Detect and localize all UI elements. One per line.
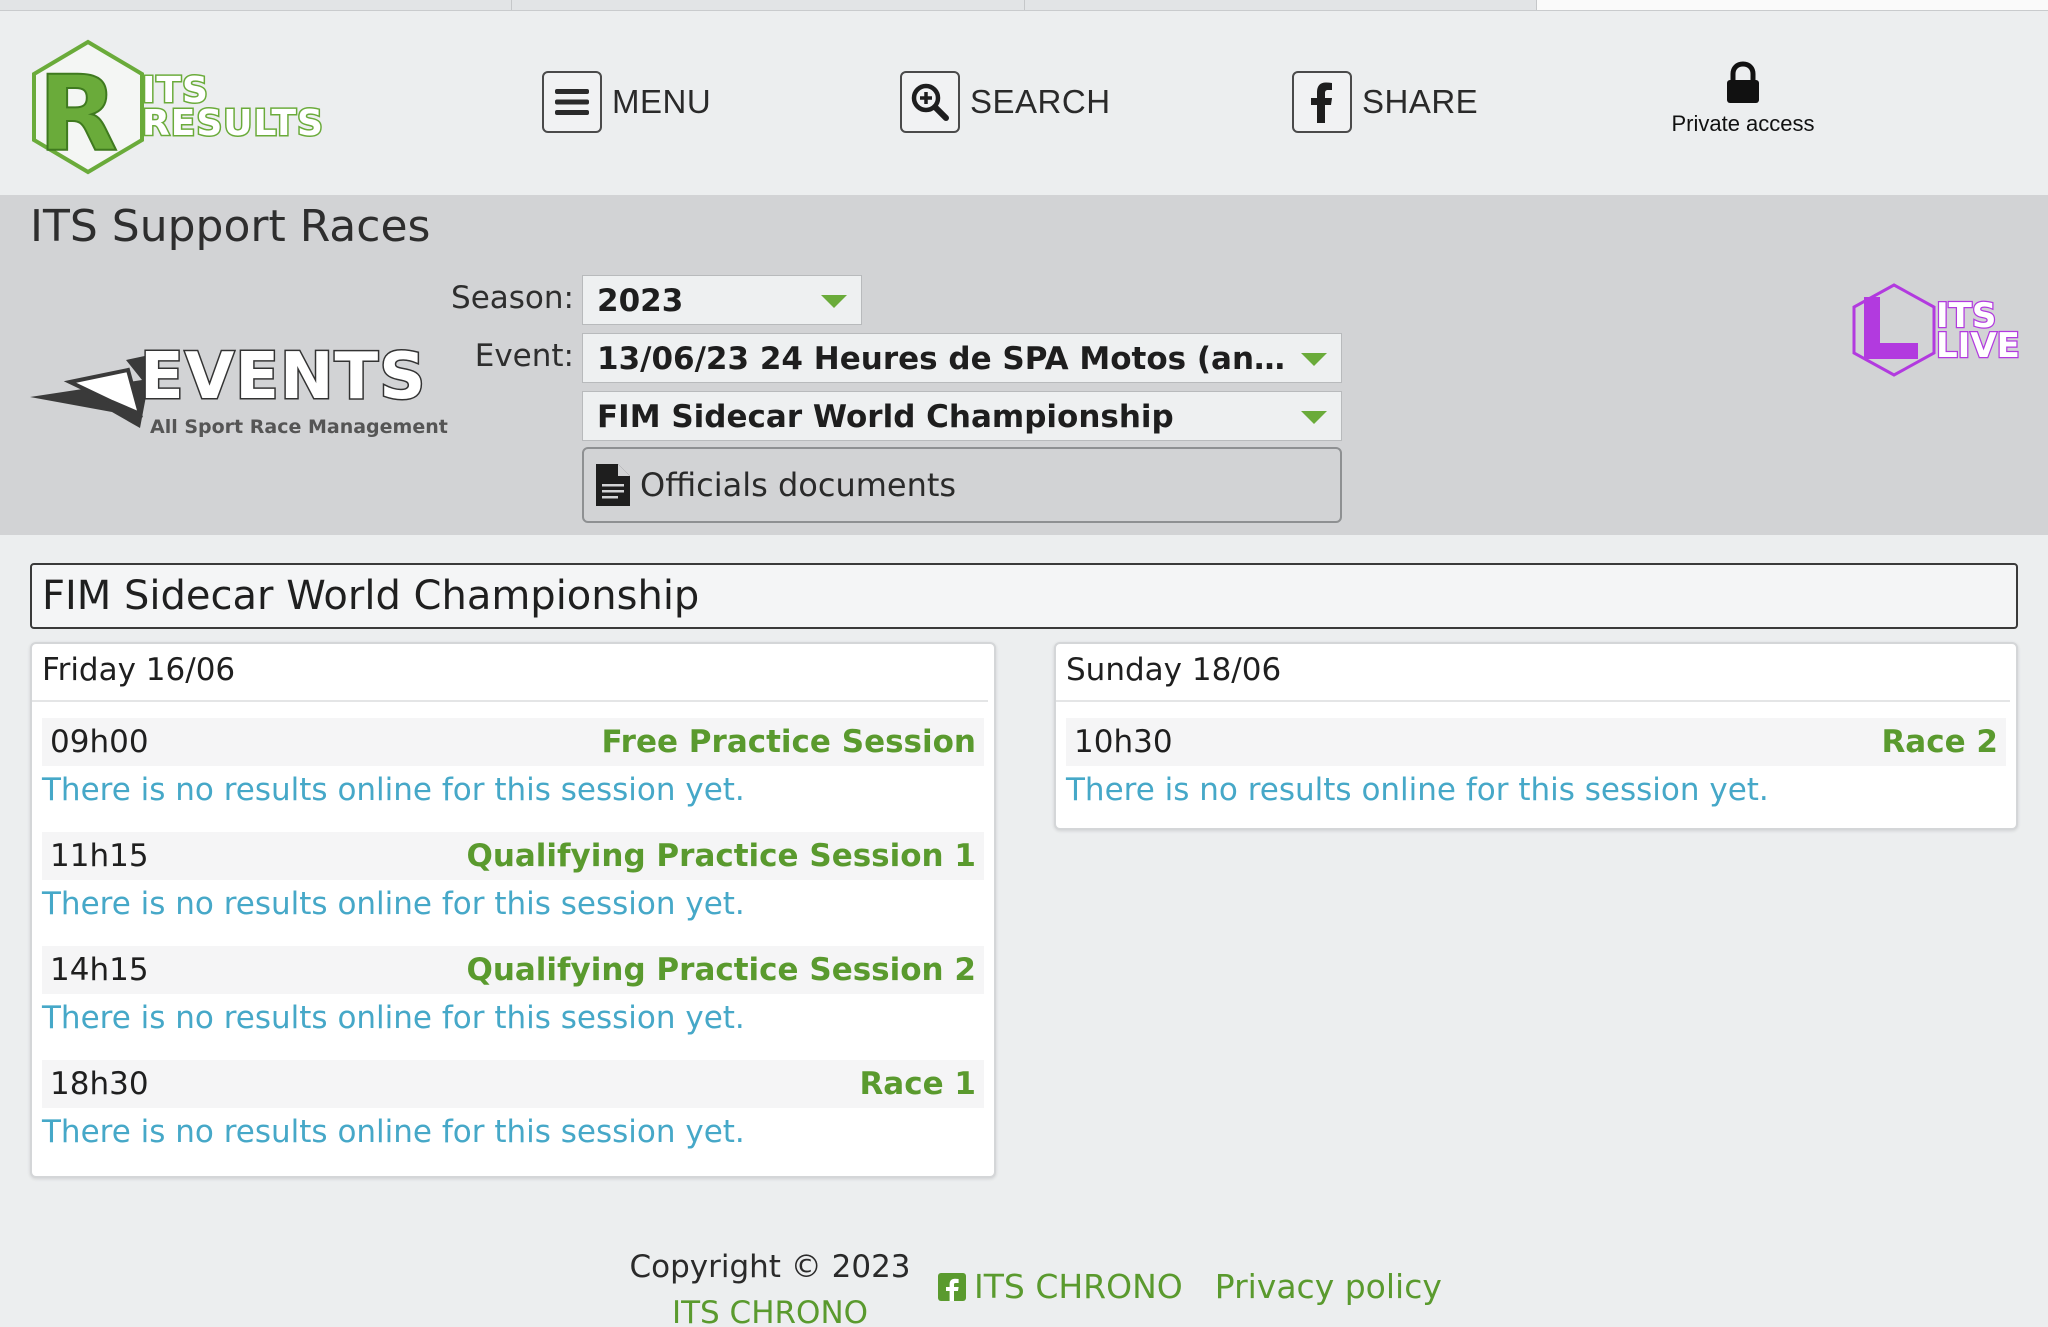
search-icon <box>900 71 960 133</box>
session-status-message: There is no results online for this sess… <box>42 1000 745 1036</box>
session-row[interactable]: 09h00 Free Practice Session <box>42 718 984 766</box>
dropdown-arrow-icon <box>1301 353 1327 366</box>
search-label: SEARCH <box>970 83 1111 120</box>
session-status-message: There is no results online for this sess… <box>42 772 745 808</box>
document-icon <box>596 464 630 506</box>
its-results-logo[interactable]: R ITS RESULTS <box>28 38 358 178</box>
session-time: 11h15 <box>50 838 149 874</box>
session-name-link[interactable]: Free Practice Session <box>601 724 976 760</box>
officials-documents-button[interactable]: Officials documents <box>582 447 1342 523</box>
site-header: R ITS RESULTS MENU SEARCH SHARE Private … <box>0 11 2048 195</box>
championship-select[interactable]: FIM Sidecar World Championship <box>582 391 1342 441</box>
session-row[interactable]: 18h30 Race 1 <box>42 1060 984 1108</box>
search-button[interactable]: SEARCH <box>900 71 1111 133</box>
browser-tab[interactable] <box>1025 0 1537 10</box>
copyright-text: Copyright © 2023 <box>629 1249 911 1285</box>
session-row[interactable]: 14h15 Qualifying Practice Session 2 <box>42 946 984 994</box>
session-row[interactable]: 11h15 Qualifying Practice Session 1 <box>42 832 984 880</box>
facebook-icon <box>938 1272 966 1301</box>
session-time: 09h00 <box>50 724 149 760</box>
facebook-link[interactable]: ITS CHRONO <box>974 1267 1183 1306</box>
events-logo: EVENTS All Sport Race Management <box>30 340 448 440</box>
event-selector-band: ITS Support Races EVENTS All Sport Race … <box>0 195 2048 535</box>
session-name-link[interactable]: Race 1 <box>859 1066 976 1102</box>
day-heading: Friday 16/06 <box>32 644 988 702</box>
session-name-link[interactable]: Race 2 <box>1881 724 1998 760</box>
session-time: 18h30 <box>50 1066 149 1102</box>
session-row[interactable]: 10h30 Race 2 <box>1066 718 2006 766</box>
menu-button[interactable]: MENU <box>542 71 711 133</box>
its-live-logo[interactable]: ITS LIVE <box>1846 281 2026 391</box>
private-access-link[interactable]: Private access <box>1650 61 1836 137</box>
its-live-wordmark: ITS LIVE <box>1935 296 2021 366</box>
lock-icon <box>1727 61 1759 103</box>
menu-label: MENU <box>612 83 712 120</box>
footer-copyright: Copyright © 2023 ITS CHRONO <box>620 1244 920 1327</box>
share-button[interactable]: SHARE <box>1292 71 1478 133</box>
season-label: Season: <box>451 280 574 316</box>
season-select[interactable]: 2023 <box>582 275 862 325</box>
browser-tab-active[interactable] <box>1536 0 2048 10</box>
facebook-icon <box>1292 71 1352 133</box>
session-name-link[interactable]: Qualifying Practice Session 1 <box>466 838 976 874</box>
logo-wordmark: ITS RESULTS <box>141 70 325 144</box>
company-link[interactable]: ITS CHRONO <box>620 1290 920 1327</box>
browser-tab-strip <box>0 0 2048 11</box>
menu-icon <box>542 71 602 133</box>
event-select[interactable]: 13/06/23 24 Heures de SPA Motos (annexes… <box>582 333 1342 383</box>
day-heading: Sunday 18/06 <box>1056 644 2010 702</box>
footer-links: ITS CHRONO Privacy policy <box>938 1267 1442 1306</box>
championship-heading: FIM Sidecar World Championship <box>30 563 2018 629</box>
session-status-message: There is no results online for this sess… <box>1066 772 1769 808</box>
dropdown-arrow-icon <box>1301 411 1327 424</box>
event-label: Event: <box>474 338 574 374</box>
private-access-label: Private access <box>1671 111 1815 136</box>
session-status-message: There is no results online for this sess… <box>42 1114 745 1150</box>
day-card-sunday: Sunday 18/06 10h30 Race 2 There is no re… <box>1054 642 2018 830</box>
session-status-message: There is no results online for this sess… <box>42 886 745 922</box>
browser-tab[interactable] <box>0 0 513 10</box>
session-time: 10h30 <box>1074 724 1173 760</box>
its-results-hexagon-icon: R <box>32 39 144 176</box>
session-name-link[interactable]: Qualifying Practice Session 2 <box>466 952 976 988</box>
day-card-friday: Friday 16/06 09h00 Free Practice Session… <box>30 642 996 1178</box>
browser-tab[interactable] <box>512 0 1025 10</box>
dropdown-arrow-icon <box>821 295 847 308</box>
share-label: SHARE <box>1362 83 1479 120</box>
privacy-policy-link[interactable]: Privacy policy <box>1215 1267 1442 1306</box>
page-title: ITS Support Races <box>30 201 431 252</box>
svg-text:R: R <box>38 53 118 175</box>
session-time: 14h15 <box>50 952 149 988</box>
officials-documents-label: Officials documents <box>640 466 957 504</box>
